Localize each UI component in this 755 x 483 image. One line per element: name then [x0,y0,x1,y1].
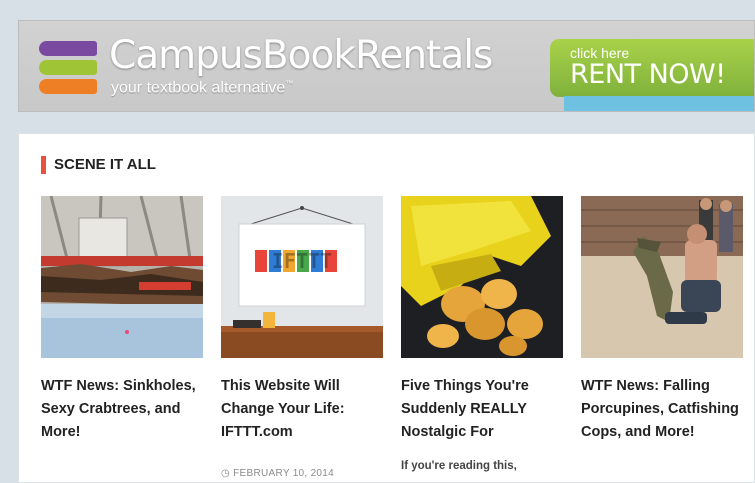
ad-blue-stripe [564,96,754,111]
post-thumbnail-chips[interactable] [401,196,563,358]
campus-book-rentals-ad[interactable]: CampusBookRentals your textbook alternat… [18,20,755,112]
post-date: ◷ FEBRUARY 10, 2014 [221,468,335,479]
post-excerpt: If you're reading this, [401,460,517,472]
logo-bar-purple [39,41,97,56]
clock-icon: ◷ [221,468,231,479]
book-stack-logo [39,41,97,98]
ad-brand-name: CampusBookRentals [109,33,493,78]
ifttt-logo-text: IFTTT [272,249,332,273]
post-card[interactable]: Five Things You're Suddenly REALLY Nosta… [401,196,563,472]
rent-now-button[interactable]: click here RENT NOW! [550,39,754,97]
rent-now-small-label: click here [570,45,630,61]
post-title[interactable]: WTF News: Sinkholes, Sexy Crabtrees, and… [41,375,203,444]
logo-bar-orange [39,79,97,94]
scene-it-all-section: SCENE IT ALL WTF News: Sinkholes, Sexy C… [18,133,755,483]
post-thumbnail-ifttt[interactable]: IFTTT [221,196,383,358]
post-thumbnail-alligator[interactable] [581,196,743,358]
post-title[interactable]: This Website Will Change Your Life: IFTT… [221,375,383,444]
post-thumbnail-sinkhole[interactable] [41,196,203,358]
section-title: SCENE IT ALL [41,156,156,174]
post-card[interactable]: WTF News: Sinkholes, Sexy Crabtrees, and… [41,196,203,444]
post-card[interactable]: IFTTT This Website Will Change Your Life… [221,196,383,479]
post-card[interactable]: WTF News: Falling Porcupines, Catfishing… [581,196,743,444]
rent-now-label: RENT NOW! [570,59,726,90]
post-title[interactable]: Five Things You're Suddenly REALLY Nosta… [401,375,563,444]
post-title[interactable]: WTF News: Falling Porcupines, Catfishing… [581,375,743,444]
logo-bar-green [39,60,97,75]
ad-tagline: your textbook alternative™ [111,79,294,97]
